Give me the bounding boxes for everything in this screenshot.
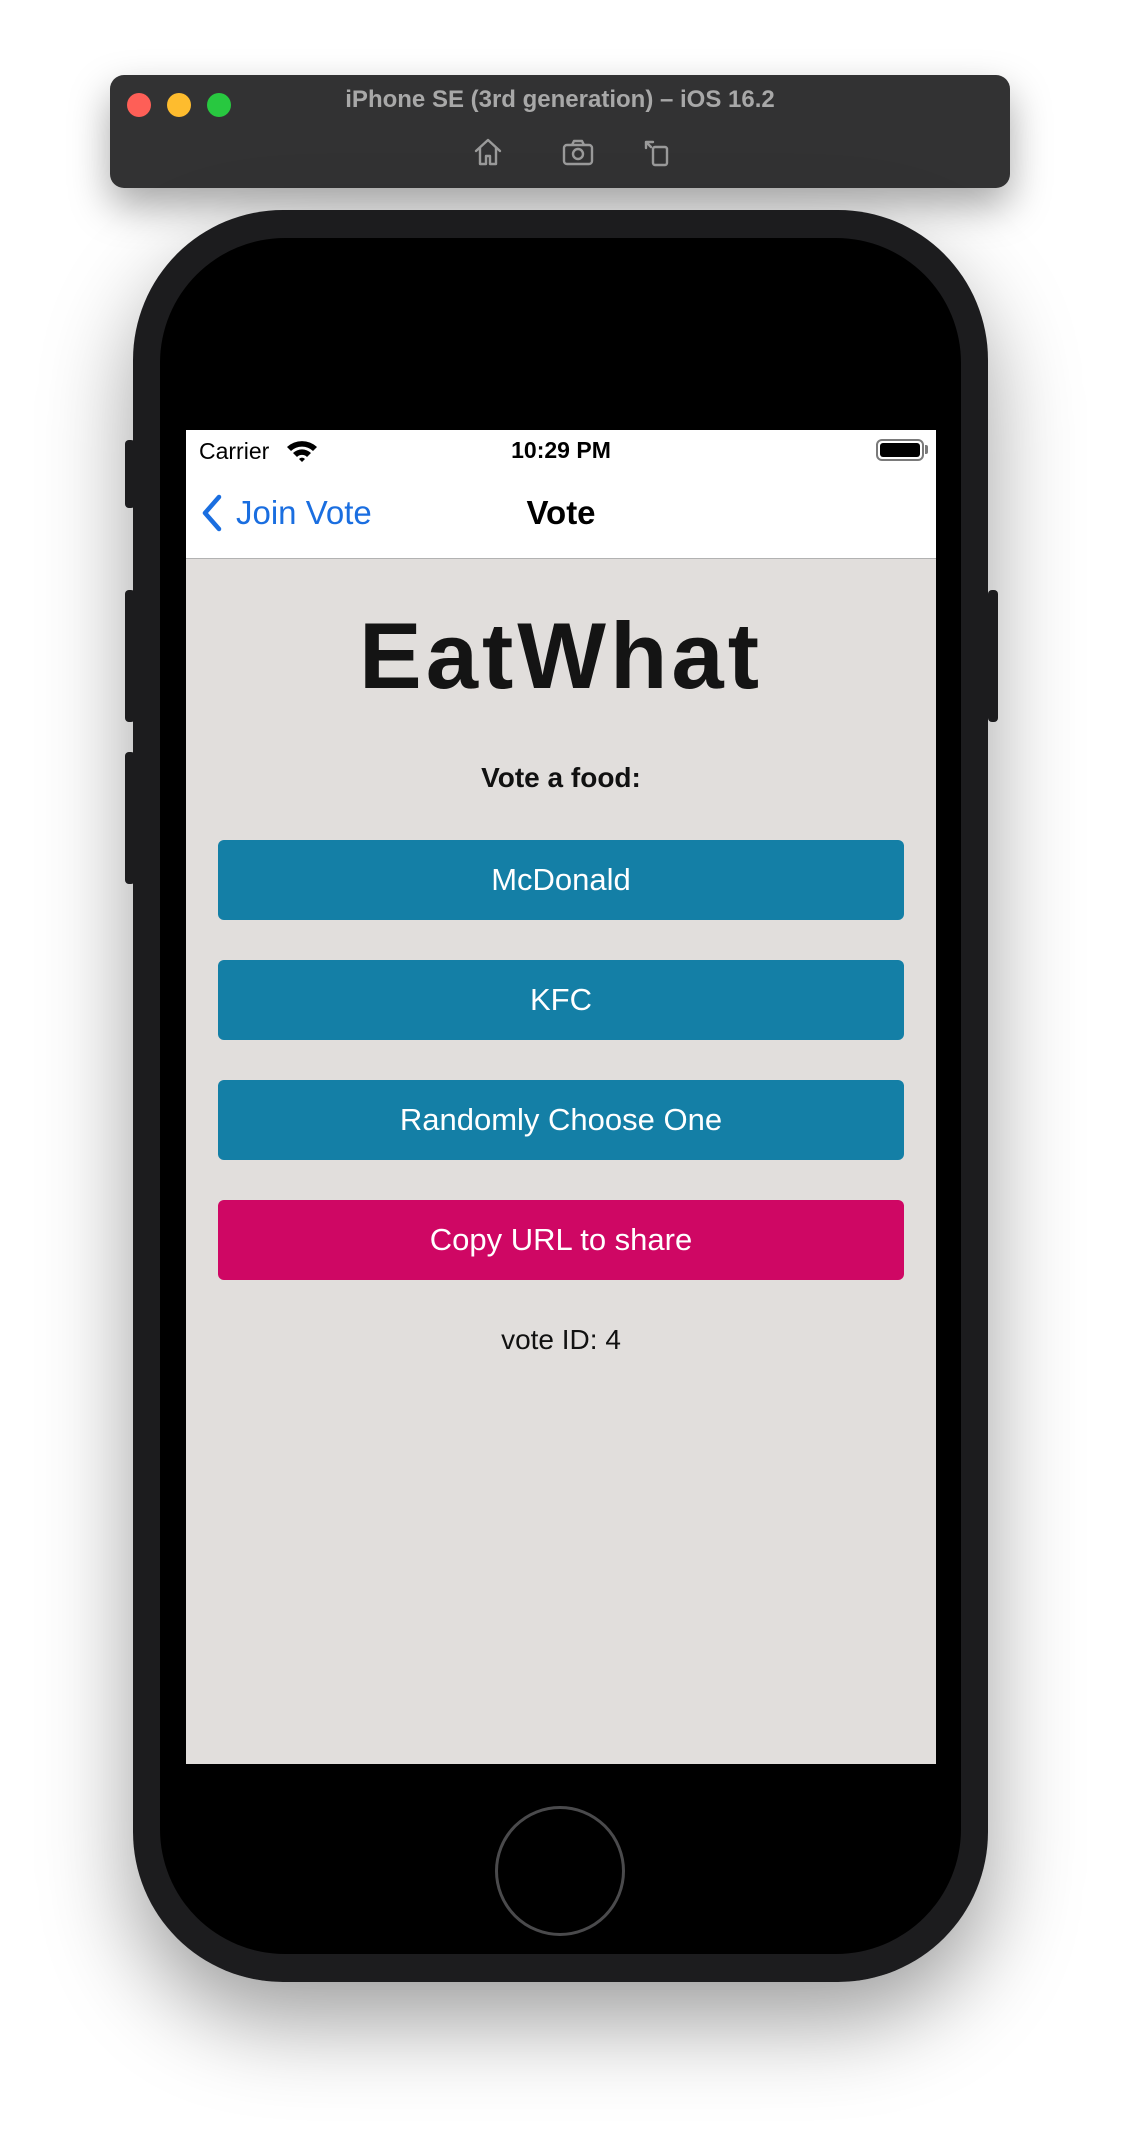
battery-level [880,443,920,457]
screenshot-icon[interactable] [561,136,595,168]
volume-down-button [125,752,135,884]
mute-switch [125,440,135,508]
app-title: EatWhat [359,603,763,708]
status-bar: Carrier 10:29 PM [186,430,936,470]
option-kfc-button[interactable]: KFC [218,960,904,1040]
volume-up-button [125,590,135,722]
simulator-title: iPhone SE (3rd generation) – iOS 16.2 [345,86,775,113]
copy-url-button[interactable]: Copy URL to share [218,1200,904,1280]
app-screen: Carrier 10:29 PM Join Vote Vote EatWhat … [186,430,936,1764]
power-button [988,590,998,722]
navigation-bar: Join Vote Vote [186,470,936,559]
home-icon[interactable] [471,136,505,168]
battery-icon [876,439,924,461]
random-choice-button[interactable]: Randomly Choose One [218,1080,904,1160]
option-mcdonald-button[interactable]: McDonald [218,840,904,920]
vote-prompt: Vote a food: [481,762,641,793]
back-button[interactable]: Join Vote [200,490,372,536]
home-button[interactable] [495,1806,625,1936]
simulator-window: iPhone SE (3rd generation) – iOS 16.2 Ca… [0,0,1122,2134]
status-time: 10:29 PM [511,437,611,463]
back-button-label: Join Vote [236,494,372,531]
rotate-icon[interactable] [641,136,675,168]
chevron-left-icon [202,494,222,532]
vote-id-label: vote ID: 4 [501,1324,621,1355]
battery-tip [925,445,928,454]
